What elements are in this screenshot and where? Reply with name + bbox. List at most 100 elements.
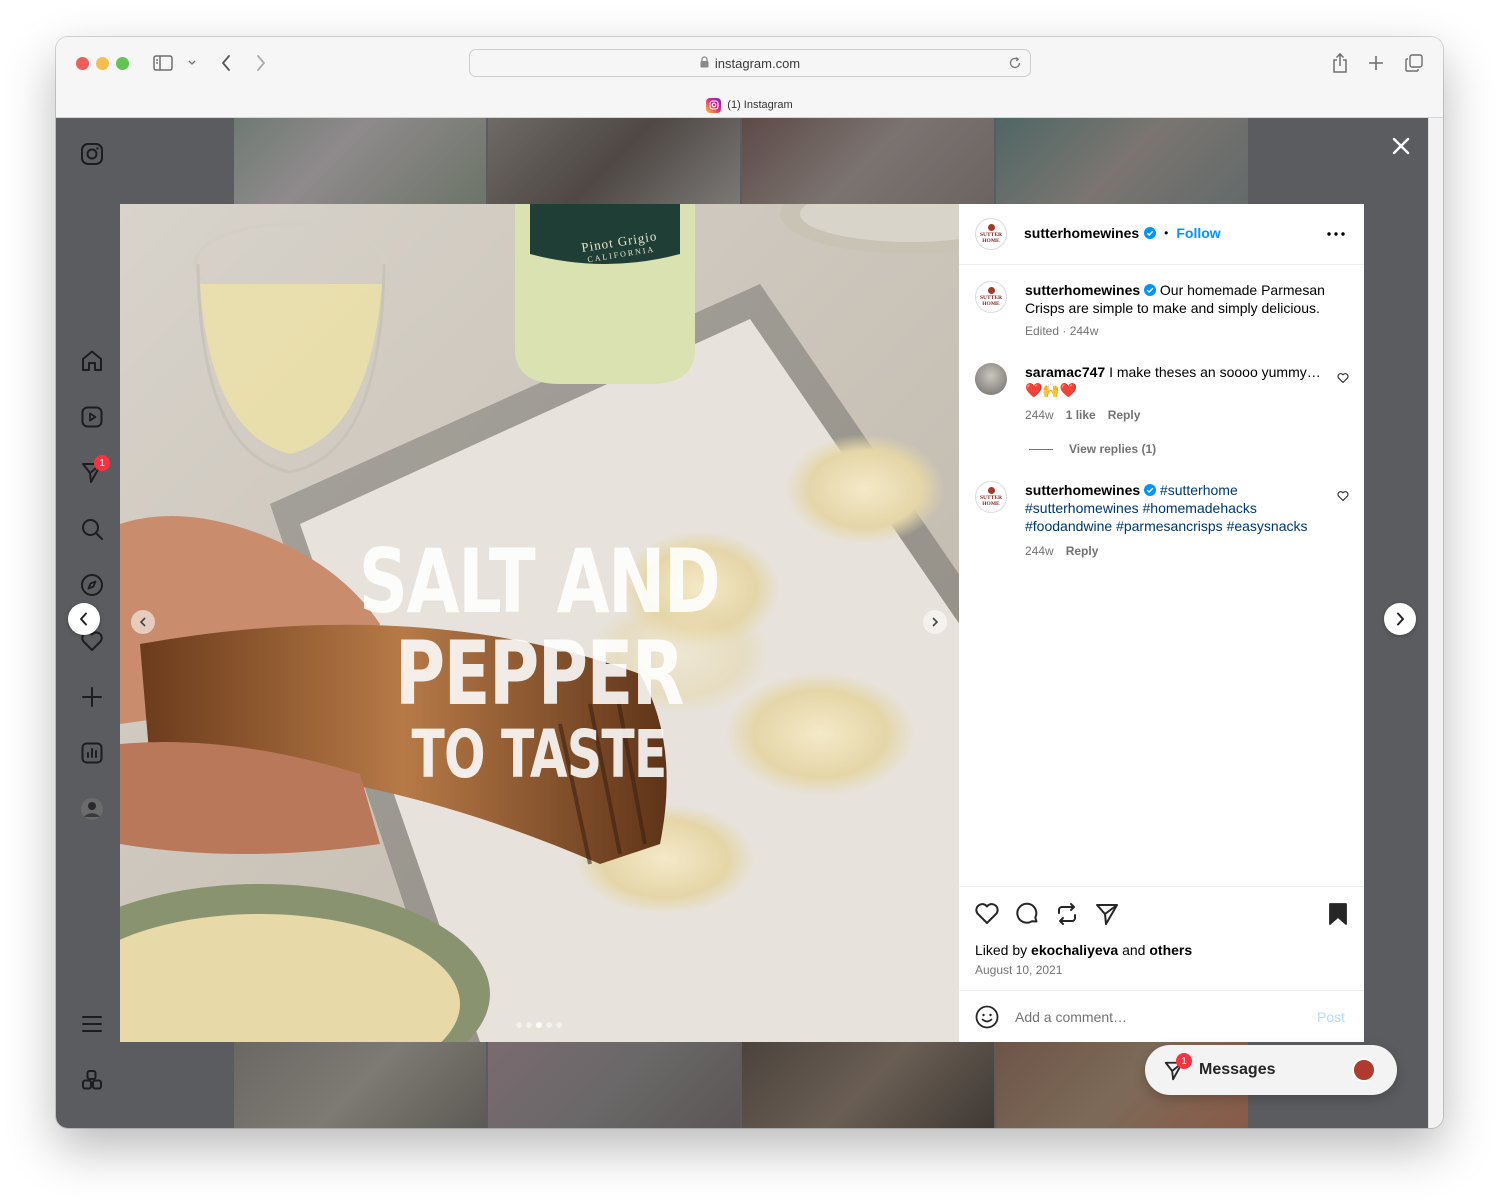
apps-icon[interactable] [78, 1066, 106, 1094]
chevron-down-icon[interactable] [186, 57, 198, 69]
next-post-button[interactable] [1384, 603, 1416, 635]
comment-author-avatar[interactable]: SUTTER HOME [975, 481, 1007, 513]
comment-input[interactable] [1015, 1007, 1295, 1027]
grid-post-thumbnail[interactable] [234, 118, 486, 204]
carousel-next-button[interactable] [923, 610, 947, 634]
explore-icon[interactable] [78, 571, 106, 599]
browser-toolbar: instagram.com (1) Instagram [56, 37, 1443, 118]
grid-post-thumbnail[interactable] [742, 118, 994, 204]
sidebar-toggle-icon[interactable] [152, 53, 174, 73]
replies-divider [1029, 448, 1053, 450]
zoom-window-button[interactable] [116, 57, 129, 70]
grid-post-thumbnail[interactable] [996, 118, 1248, 204]
overlay-line-2: TO TASTE [411, 716, 667, 793]
carousel-previous-button[interactable] [131, 610, 155, 634]
like-heart-icon[interactable] [974, 901, 1000, 927]
carousel-dots [516, 1022, 562, 1028]
carousel-dot [526, 1022, 532, 1028]
post-date: August 10, 2021 [975, 963, 1063, 977]
post-header: SUTTER HOME sutterhomewines • Follow [959, 204, 1364, 265]
forward-button[interactable] [253, 53, 269, 73]
liked-by-prefix: Liked by [975, 942, 1028, 958]
view-replies-button[interactable]: View replies (1) [1029, 442, 1156, 456]
caption-meta: Edited · 244w [1025, 324, 1099, 338]
avatar-text-bottom: HOME [982, 501, 1000, 507]
author-avatar[interactable]: SUTTER HOME [975, 218, 1007, 250]
share-plane-icon[interactable] [1094, 901, 1120, 927]
grid-post-thumbnail[interactable] [742, 1042, 994, 1128]
messages-pill[interactable]: 1 Messages [1145, 1045, 1397, 1095]
like-comment-heart-icon[interactable] [1337, 372, 1349, 384]
carousel-dot [546, 1022, 552, 1028]
comment-likes[interactable]: 1 like [1066, 408, 1096, 422]
liked-by-text: Liked by ekochaliyeva and others [975, 942, 1192, 958]
chevron-right-icon [1397, 612, 1404, 626]
page-scrollbar[interactable] [1428, 118, 1443, 1128]
grid-post-thumbnail[interactable] [488, 118, 740, 204]
browser-window: instagram.com (1) Instagram 1 SALT AND P… [56, 37, 1443, 1128]
reels-icon[interactable] [78, 403, 106, 431]
messages-icon[interactable]: 1 [78, 455, 110, 487]
carousel-dot [556, 1022, 562, 1028]
emoji-icon[interactable] [975, 1005, 999, 1029]
home-icon[interactable] [78, 347, 106, 375]
post-comment-button[interactable]: Post [1317, 1009, 1345, 1025]
tab-overview-icon[interactable] [1404, 53, 1424, 73]
share-icon[interactable] [1330, 51, 1350, 75]
grid-post-thumbnail[interactable] [488, 1042, 740, 1128]
image-overlay-text: SALT AND PEPPER TO TASTE [194, 536, 884, 790]
caption-username[interactable]: sutterhomewines [1025, 282, 1140, 298]
insights-icon[interactable] [78, 739, 106, 767]
comment-meta: 244w 1 like Reply [1025, 408, 1140, 422]
create-icon[interactable] [78, 683, 106, 711]
grid-post-thumbnail[interactable] [234, 1042, 486, 1128]
comment-username[interactable]: saramac747 [1025, 364, 1105, 380]
like-comment-heart-icon[interactable] [1337, 490, 1349, 502]
url-text: instagram.com [714, 55, 801, 71]
reload-icon[interactable] [1008, 56, 1022, 73]
comment-text-block: saramac747 I make theses an soooo yummy…… [1025, 363, 1325, 399]
follow-button[interactable]: Follow [1176, 225, 1220, 241]
comment-reply-button[interactable]: Reply [1066, 544, 1099, 558]
avatar-emblem-icon [987, 287, 995, 294]
back-button[interactable] [218, 53, 234, 73]
close-modal-button[interactable] [1387, 132, 1415, 160]
messages-badge: 1 [94, 455, 110, 471]
new-tab-icon[interactable] [1366, 53, 1386, 73]
menu-icon[interactable] [78, 1010, 106, 1038]
instagram-favicon-icon [706, 97, 722, 113]
chevron-left-icon [80, 612, 87, 626]
caption-avatar[interactable]: SUTTER HOME [975, 281, 1007, 313]
liked-by-and: and [1122, 942, 1146, 958]
minimize-window-button[interactable] [96, 57, 109, 70]
chevron-left-icon [139, 617, 146, 627]
address-bar[interactable]: instagram.com [469, 49, 1031, 77]
profile-icon[interactable] [78, 795, 106, 823]
comment-meta: 244w Reply [1025, 544, 1098, 558]
liked-by-others[interactable]: others [1149, 942, 1192, 958]
post-image[interactable]: SALT AND PEPPER TO TASTE Pinot Grigio CA… [120, 204, 959, 1042]
author-username[interactable]: sutterhomewines [1024, 225, 1139, 241]
instagram-logo-icon[interactable] [78, 140, 106, 168]
search-icon[interactable] [78, 515, 106, 543]
liked-by-user[interactable]: ekochaliyeva [1031, 942, 1118, 958]
tab-active[interactable]: (1) Instagram [56, 93, 1443, 117]
commenter-avatar[interactable] [975, 363, 1007, 395]
comment-username[interactable]: sutterhomewines [1025, 482, 1140, 498]
verified-badge-icon [1144, 227, 1157, 239]
more-options-icon[interactable] [1326, 224, 1346, 244]
repost-icon[interactable] [1054, 901, 1080, 927]
instagram-page: 1 SALT AND PEPPER TO TASTE Pinot Grigio … [56, 118, 1428, 1128]
verified-badge-icon [1144, 284, 1157, 296]
save-bookmark-icon[interactable] [1325, 901, 1351, 927]
comment-bubble-icon[interactable] [1014, 901, 1040, 927]
post-details-panel: SUTTER HOME sutterhomewines • Follow SUT… [959, 204, 1364, 1042]
comment-time: 244w [1025, 544, 1054, 558]
previous-post-button[interactable] [68, 603, 100, 635]
close-window-button[interactable] [76, 57, 89, 70]
avatar-text-bottom: HOME [982, 301, 1000, 307]
comment-reply-button[interactable]: Reply [1108, 408, 1141, 422]
messages-pill-label: Messages [1199, 1061, 1276, 1078]
header-user-row: sutterhomewines • Follow [1024, 225, 1221, 241]
overlay-line-1: SALT AND PEPPER [358, 530, 721, 725]
